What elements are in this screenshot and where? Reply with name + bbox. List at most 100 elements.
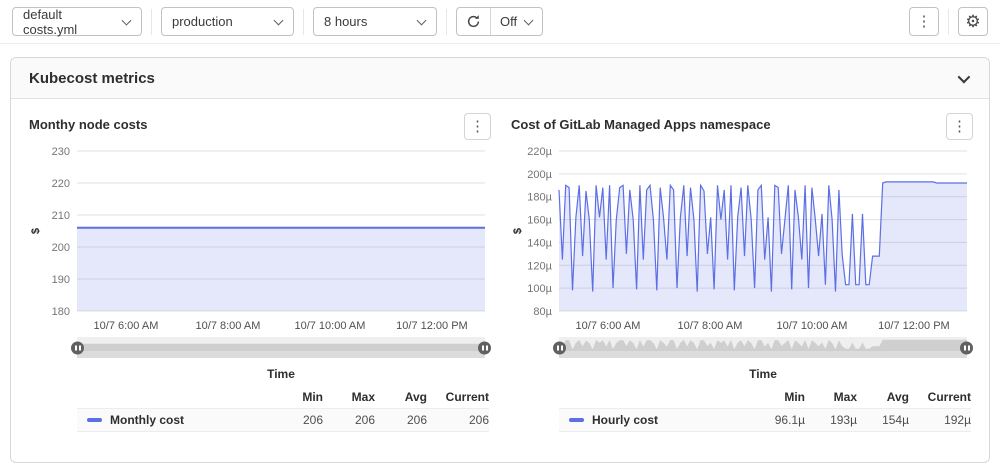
series-max: 193µ: [805, 413, 857, 427]
svg-text:100µ: 100µ: [527, 283, 552, 295]
toolbar-divider: [948, 9, 949, 35]
panel-head: Cost of GitLab Managed Apps namespace ⋮: [511, 113, 973, 143]
refresh-icon: [466, 14, 481, 29]
svg-text:220: 220: [52, 178, 70, 190]
svg-text:210: 210: [52, 210, 70, 222]
legend-header-min: Min: [753, 390, 805, 404]
toolbar: default costs.yml production 8 hours Off…: [0, 0, 1000, 44]
slider-handle-left[interactable]: [71, 341, 84, 354]
panels-row: Monthy node costs ⋮ 18019020021022023010…: [11, 99, 989, 432]
svg-text:200µ: 200µ: [527, 169, 552, 181]
slider-handle-left[interactable]: [553, 341, 566, 354]
toolbar-divider: [151, 9, 152, 35]
svg-text:80µ: 80µ: [533, 306, 552, 318]
legend-header-min: Min: [271, 390, 323, 404]
gear-icon: ⚙: [965, 13, 980, 30]
slider-handle-right[interactable]: [478, 341, 491, 354]
panel-head: Monthy node costs ⋮: [29, 113, 491, 143]
legend-header-avg: Avg: [857, 390, 909, 404]
slider-minimap: [559, 337, 967, 351]
time-axis-label: Time: [77, 367, 485, 381]
time-range-select[interactable]: 8 hours: [313, 7, 437, 36]
series-avg: 206: [375, 413, 427, 427]
legend-header-row: Min Max Avg Current: [559, 388, 971, 408]
legend-header-avg: Avg: [375, 390, 427, 404]
series-color-swatch: [569, 418, 584, 422]
legend-header-max: Max: [805, 390, 857, 404]
panel-title: Monthy node costs: [29, 113, 147, 132]
svg-text:140µ: 140µ: [527, 237, 552, 249]
svg-text:10/7 6:00 AM: 10/7 6:00 AM: [576, 320, 641, 332]
series-name: Monthly cost: [110, 413, 184, 427]
svg-text:$: $: [512, 228, 524, 234]
legend-table: Min Max Avg Current Hourly cost 96.1µ 19…: [559, 388, 971, 432]
environment-select[interactable]: production: [161, 7, 294, 36]
chevron-down-icon: [274, 15, 284, 25]
legend-series-row[interactable]: Monthly cost 206 206 206 206: [77, 408, 489, 432]
refresh-button[interactable]: [457, 8, 490, 35]
settings-button[interactable]: ⚙: [958, 7, 988, 36]
series-name: Hourly cost: [592, 413, 658, 427]
collapse-chevron-icon[interactable]: [958, 70, 971, 83]
chevron-down-icon: [524, 15, 534, 25]
slider-minimap: [77, 337, 485, 351]
chevron-down-icon: [122, 15, 132, 25]
more-actions-button[interactable]: ⋮: [909, 7, 939, 36]
svg-text:10/7 10:00 AM: 10/7 10:00 AM: [294, 320, 365, 332]
kubecost-card: Kubecost metrics Monthy node costs ⋮ 180…: [10, 57, 990, 463]
svg-text:10/7 8:00 AM: 10/7 8:00 AM: [196, 320, 261, 332]
plot-column: Time: [77, 337, 485, 381]
kebab-icon: ⋮: [470, 119, 485, 134]
series-avg: 154µ: [857, 413, 909, 427]
panel-monthly-node-costs: Monthy node costs ⋮ 18019020021022023010…: [29, 113, 491, 432]
series-color-swatch: [87, 418, 102, 422]
panel-kebab-button[interactable]: ⋮: [464, 113, 491, 140]
time-range-select-value: 8 hours: [324, 14, 367, 29]
svg-text:220µ: 220µ: [527, 146, 552, 158]
legend-header-current: Current: [427, 390, 489, 404]
range-slider[interactable]: [559, 337, 967, 358]
series-current: 206: [427, 413, 489, 427]
section-title: Kubecost metrics: [29, 70, 155, 87]
svg-text:180µ: 180µ: [527, 192, 552, 204]
panel-managed-apps-cost: Cost of GitLab Managed Apps namespace ⋮ …: [511, 113, 973, 432]
time-axis-label: Time: [559, 367, 967, 381]
legend-table: Min Max Avg Current Monthly cost 206 206…: [77, 388, 489, 432]
auto-refresh-value: Off: [500, 14, 517, 29]
svg-text:10/7 6:00 AM: 10/7 6:00 AM: [94, 320, 159, 332]
series-min: 96.1µ: [753, 413, 805, 427]
kebab-icon: ⋮: [952, 119, 967, 134]
kebab-icon: ⋮: [917, 14, 932, 29]
svg-text:10/7 8:00 AM: 10/7 8:00 AM: [678, 320, 743, 332]
auto-refresh-select[interactable]: Off: [490, 8, 542, 35]
dashboard-select-value: default costs.yml: [23, 7, 115, 37]
slider-rail[interactable]: [559, 351, 967, 358]
toolbar-divider: [446, 9, 447, 35]
dashboard-select[interactable]: default costs.yml: [12, 7, 142, 36]
legend-series-row[interactable]: Hourly cost 96.1µ 193µ 154µ 192µ: [559, 408, 971, 432]
slider-handle-right[interactable]: [960, 341, 973, 354]
panel-title: Cost of GitLab Managed Apps namespace: [511, 113, 771, 132]
svg-text:160µ: 160µ: [527, 215, 552, 227]
plot-column: Time: [559, 337, 967, 381]
series-min: 206: [271, 413, 323, 427]
hourly-cost-chart[interactable]: 80µ100µ120µ140µ160µ180µ200µ220µ10/7 6:00…: [511, 143, 973, 335]
chevron-down-icon: [417, 15, 427, 25]
slider-rail[interactable]: [77, 351, 485, 358]
monthly-cost-chart[interactable]: 18019020021022023010/7 6:00 AM10/7 8:00 …: [29, 143, 491, 335]
svg-text:190: 190: [52, 274, 70, 286]
legend-header-row: Min Max Avg Current: [77, 388, 489, 408]
svg-text:180: 180: [52, 306, 70, 318]
panel-kebab-button[interactable]: ⋮: [946, 113, 973, 140]
section-header[interactable]: Kubecost metrics: [11, 58, 989, 99]
series-current: 192µ: [909, 413, 971, 427]
svg-text:200: 200: [52, 242, 70, 254]
svg-text:10/7 12:00 PM: 10/7 12:00 PM: [396, 320, 468, 332]
environment-select-value: production: [172, 14, 233, 29]
series-max: 206: [323, 413, 375, 427]
svg-text:10/7 10:00 AM: 10/7 10:00 AM: [776, 320, 847, 332]
toolbar-divider: [303, 9, 304, 35]
svg-text:10/7 12:00 PM: 10/7 12:00 PM: [878, 320, 950, 332]
range-slider[interactable]: [77, 337, 485, 358]
refresh-group: Off: [456, 7, 543, 36]
